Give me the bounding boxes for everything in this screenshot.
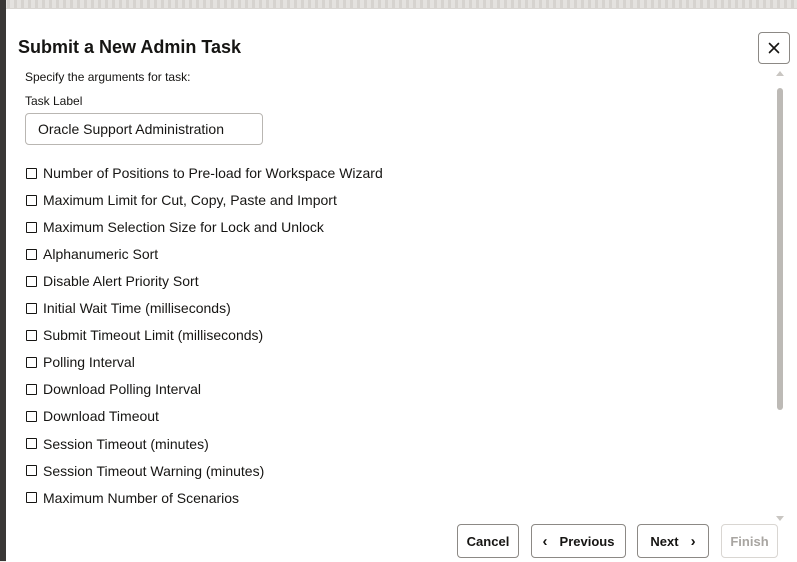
- option-checkbox[interactable]: [26, 465, 37, 477]
- scroll-down-arrow[interactable]: [776, 516, 784, 521]
- option-label: Session Timeout (minutes): [43, 435, 209, 452]
- option-label: Maximum Selection Size for Lock and Unlo…: [43, 219, 324, 236]
- option-label: Number of Positions to Pre-load for Work…: [43, 165, 383, 181]
- option-label: Session Timeout Warning (minutes): [43, 462, 265, 479]
- option-row[interactable]: Session Timeout Warning (minutes): [26, 461, 264, 481]
- option-label: Domain-level Connection Interval (minute…: [43, 517, 311, 519]
- instructions-text: Specify the arguments for task:: [25, 70, 191, 84]
- option-row[interactable]: Disable Alert Priority Sort: [26, 271, 199, 291]
- option-label: Maximum Number of Scenarios: [43, 489, 240, 506]
- close-button[interactable]: [758, 32, 790, 64]
- option-checkbox[interactable]: [26, 383, 37, 395]
- option-checkbox[interactable]: [26, 221, 37, 233]
- option-checkbox[interactable]: [26, 438, 37, 449]
- options-list: Number of Positions to Pre-load for Work…: [18, 153, 770, 519]
- option-label: Initial Wait Time (milliseconds): [43, 300, 231, 317]
- background-page: [0, 0, 797, 8]
- previous-button[interactable]: ‹ Previous: [531, 524, 626, 558]
- option-checkbox[interactable]: [26, 492, 37, 504]
- option-label: Polling Interval: [43, 354, 135, 371]
- task-label-input[interactable]: [25, 113, 263, 145]
- option-row[interactable]: Maximum Limit for Cut, Copy, Paste and I…: [26, 190, 337, 210]
- next-button[interactable]: Next ›: [637, 524, 709, 558]
- dialog-title: Submit a New Admin Task: [18, 37, 242, 57]
- option-row[interactable]: Maximum Number of Scenarios: [26, 488, 239, 508]
- option-row[interactable]: Session Timeout (minutes): [26, 434, 209, 454]
- cancel-button-label: Cancel: [466, 533, 510, 549]
- option-checkbox[interactable]: [26, 302, 37, 314]
- option-label: Disable Alert Priority Sort: [43, 273, 199, 290]
- option-label: Download Timeout: [43, 408, 159, 425]
- cancel-button[interactable]: Cancel: [457, 524, 519, 558]
- option-row[interactable]: Maximum Selection Size for Lock and Unlo…: [26, 217, 324, 237]
- option-checkbox[interactable]: [26, 248, 37, 260]
- scroll-up-arrow[interactable]: [776, 71, 784, 76]
- option-label: Alphanumeric Sort: [43, 246, 159, 263]
- option-label: Submit Timeout Limit (milliseconds): [43, 327, 264, 344]
- option-checkbox[interactable]: [26, 275, 37, 287]
- option-checkbox[interactable]: [26, 329, 37, 341]
- option-label: Maximum Limit for Cut, Copy, Paste and I…: [43, 192, 337, 209]
- finish-button-label: Finish: [730, 533, 769, 549]
- option-checkbox[interactable]: [26, 194, 37, 206]
- option-row[interactable]: Polling Interval: [26, 352, 135, 372]
- option-row[interactable]: Initial Wait Time (milliseconds): [26, 298, 231, 318]
- task-label-caption: Task Label: [25, 94, 83, 108]
- option-row[interactable]: Number of Positions to Pre-load for Work…: [26, 163, 383, 183]
- option-row[interactable]: Submit Timeout Limit (milliseconds): [26, 325, 263, 345]
- option-checkbox[interactable]: [26, 167, 37, 179]
- chevron-left-icon: ‹: [542, 532, 548, 550]
- option-row[interactable]: Domain-level Connection Interval (minute…: [26, 515, 311, 519]
- scrollbar[interactable]: [775, 71, 785, 521]
- option-checkbox[interactable]: [26, 356, 37, 368]
- next-button-label: Next: [650, 533, 679, 549]
- close-icon: [768, 42, 780, 54]
- option-label: Download Polling Interval: [43, 381, 201, 398]
- option-checkbox[interactable]: [26, 410, 37, 422]
- finish-button: Finish: [721, 524, 778, 558]
- option-row[interactable]: Download Timeout: [26, 406, 159, 426]
- previous-button-label: Previous: [559, 533, 615, 549]
- admin-task-dialog: Submit a New Admin Task Specify the argu…: [6, 8, 797, 562]
- scrollbar-thumb[interactable]: [777, 88, 783, 410]
- chevron-right-icon: ›: [690, 532, 696, 550]
- option-row[interactable]: Alphanumeric Sort: [26, 244, 158, 264]
- option-row[interactable]: Download Polling Interval: [26, 379, 201, 399]
